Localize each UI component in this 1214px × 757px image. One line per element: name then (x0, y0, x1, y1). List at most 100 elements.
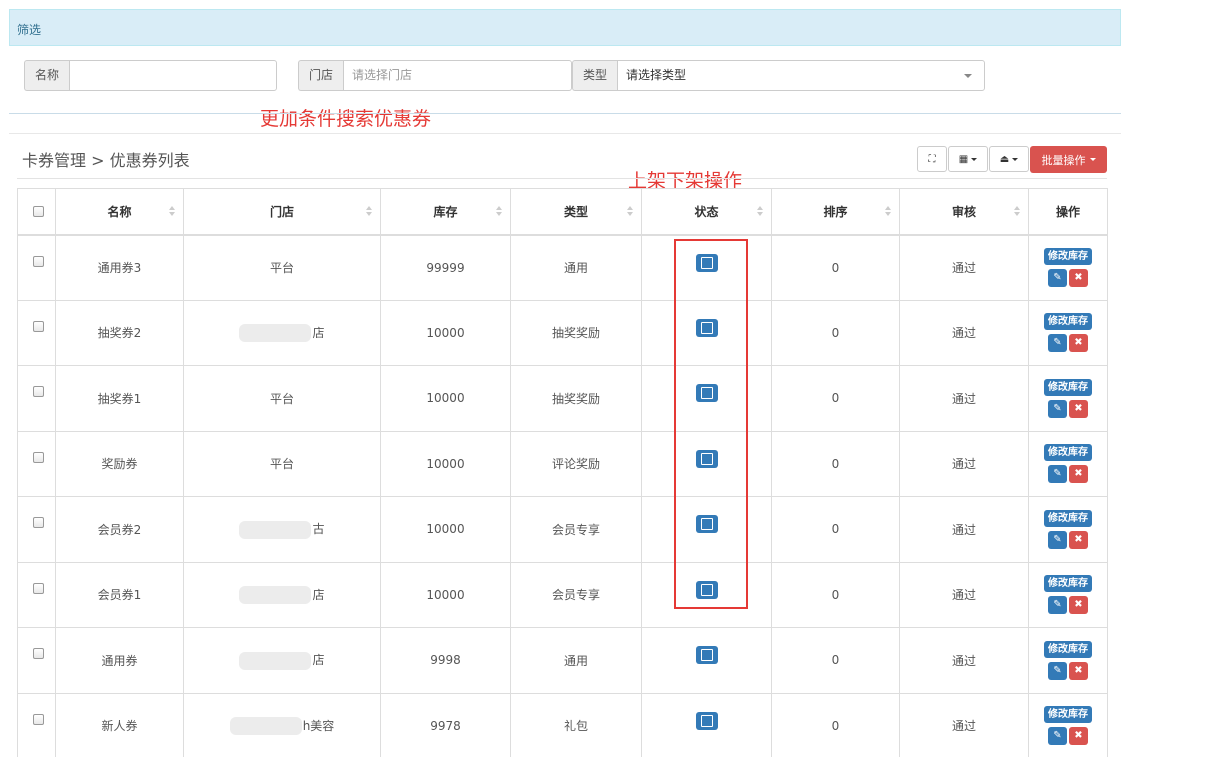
table-row: 抽奖券2 店 10000 抽奖奖励 0 通过 修改库存 ✎ ✖ (17, 299, 1108, 366)
edit-stock-button[interactable]: 修改库存 (1044, 640, 1092, 658)
coupon-stock: 10000 (380, 561, 511, 628)
edit-icon[interactable]: ✎ (1048, 661, 1067, 680)
edit-stock-button[interactable]: 修改库存 (1044, 378, 1092, 396)
edit-icon[interactable]: ✎ (1048, 465, 1067, 484)
row-select-cell (17, 627, 56, 694)
edit-stock-button[interactable]: 修改库存 (1044, 575, 1092, 593)
filter-panel-header: 筛选 (9, 9, 1121, 46)
row-checkbox[interactable] (33, 713, 44, 725)
coupon-audit: 通过 (899, 365, 1029, 432)
chevron-down-icon (964, 74, 973, 78)
coupon-name: 会员券2 (55, 496, 184, 563)
coupon-sort: 0 (771, 430, 900, 497)
row-select-cell (17, 496, 56, 563)
table-header-row: 名称 门店 库存 类型 状态 排序 审核 操作 (17, 188, 1108, 236)
coupon-name: 通用券3 (55, 234, 184, 301)
store-input[interactable]: 请选择门店 (343, 60, 573, 91)
edit-stock-button[interactable]: 修改库存 (1044, 248, 1092, 265)
edit-icon[interactable]: ✎ (1048, 530, 1067, 549)
status-highlight-box (674, 239, 748, 609)
delete-icon[interactable]: ✖ (1069, 334, 1088, 353)
column-header[interactable]: 门店 (183, 188, 381, 236)
coupon-type: 会员专享 (510, 496, 642, 563)
column-header[interactable]: 名称 (55, 188, 184, 236)
row-checkbox[interactable] (33, 648, 44, 659)
coupon-type: 抽奖奖励 (510, 299, 642, 366)
sort-icon (1014, 206, 1020, 218)
actions-cell: 修改库存 ✎ ✖ (1028, 299, 1108, 366)
status-toggle-checkbox-icon[interactable] (695, 646, 718, 664)
name-label: 名称 (24, 60, 70, 91)
edit-stock-button[interactable]: 修改库存 (1044, 444, 1092, 462)
select-all-checkbox[interactable] (33, 206, 44, 217)
row-checkbox[interactable] (33, 451, 44, 463)
name-input[interactable] (69, 60, 278, 91)
store-filter: 门店 请选择门店 (298, 60, 573, 91)
row-checkbox[interactable] (33, 320, 44, 332)
row-select-cell (17, 430, 56, 497)
coupon-audit: 通过 (899, 430, 1029, 497)
actions-cell: 修改库存 ✎ ✖ (1028, 561, 1108, 628)
edit-icon[interactable]: ✎ (1048, 399, 1067, 418)
row-checkbox[interactable] (33, 517, 44, 528)
coupon-sort: 0 (771, 561, 900, 628)
coupon-stock: 10000 (380, 365, 511, 432)
redacted-mark (239, 324, 312, 342)
column-header[interactable]: 审核 (899, 188, 1029, 236)
coupon-stock: 10000 (380, 496, 511, 563)
table-row: 奖励券 平台 10000 评论奖励 0 通过 修改库存 ✎ ✖ (17, 430, 1108, 497)
delete-icon[interactable]: ✖ (1069, 399, 1088, 418)
edit-stock-button[interactable]: 修改库存 (1044, 706, 1092, 724)
name-filter: 名称 (24, 60, 278, 91)
status-toggle-checkbox-icon[interactable] (695, 711, 718, 730)
actions-cell: 修改库存 ✎ ✖ (1028, 430, 1108, 497)
table-row: 会员券1 店 10000 会员专享 0 通过 修改库存 ✎ ✖ (17, 561, 1108, 628)
coupon-stock: 9978 (380, 692, 511, 757)
coupon-sort: 0 (771, 627, 900, 694)
column-header[interactable]: 排序 (771, 188, 900, 236)
delete-icon[interactable]: ✖ (1069, 661, 1088, 680)
edit-stock-button[interactable]: 修改库存 (1044, 509, 1092, 527)
delete-icon[interactable]: ✖ (1069, 269, 1088, 287)
batch-operation-button[interactable]: 批量操作 (1030, 146, 1107, 173)
coupon-store: 店 (183, 561, 381, 628)
coupon-audit: 通过 (899, 561, 1029, 628)
column-header[interactable]: 库存 (380, 188, 511, 236)
coupon-type: 抽奖奖励 (510, 365, 642, 432)
row-checkbox[interactable] (33, 255, 44, 267)
row-select-cell (17, 692, 56, 757)
edit-icon[interactable]: ✎ (1048, 596, 1067, 615)
type-select-value: 请选择类型 (626, 68, 687, 82)
row-select-cell (17, 365, 56, 432)
edit-icon[interactable]: ✎ (1048, 269, 1067, 287)
table-row: 通用券3 平台 99999 通用 0 通过 修改库存 ✎ ✖ (17, 234, 1108, 301)
delete-icon[interactable]: ✖ (1069, 727, 1088, 746)
divider (9, 133, 1121, 134)
redacted-mark (239, 520, 312, 539)
coupon-type: 评论奖励 (510, 430, 642, 497)
export-button[interactable]: ⏏ (989, 146, 1029, 172)
divider (17, 178, 1107, 179)
coupon-store: 店 (183, 627, 381, 694)
sort-icon (496, 206, 502, 218)
delete-icon[interactable]: ✖ (1069, 465, 1088, 484)
delete-icon[interactable]: ✖ (1069, 530, 1088, 549)
edit-icon[interactable]: ✎ (1048, 727, 1067, 746)
row-checkbox[interactable] (33, 582, 44, 594)
edit-icon[interactable]: ✎ (1048, 334, 1067, 353)
columns-button[interactable]: ▦ (948, 146, 988, 172)
sort-icon (885, 206, 891, 218)
type-select[interactable]: 请选择类型 (617, 60, 986, 91)
fullscreen-button[interactable]: ⛶ (917, 146, 947, 172)
column-header[interactable]: 状态 (641, 188, 772, 236)
row-checkbox[interactable] (33, 386, 44, 397)
grid-icon: ▦ (958, 153, 969, 165)
batch-operation-label: 批量操作 (1041, 153, 1086, 167)
row-select-cell (17, 299, 56, 366)
redacted-mark (229, 717, 302, 735)
column-header[interactable]: 类型 (510, 188, 642, 236)
coupon-audit: 通过 (899, 627, 1029, 694)
type-filter: 类型 请选择类型 (572, 60, 986, 91)
edit-stock-button[interactable]: 修改库存 (1044, 313, 1092, 331)
delete-icon[interactable]: ✖ (1069, 596, 1088, 615)
